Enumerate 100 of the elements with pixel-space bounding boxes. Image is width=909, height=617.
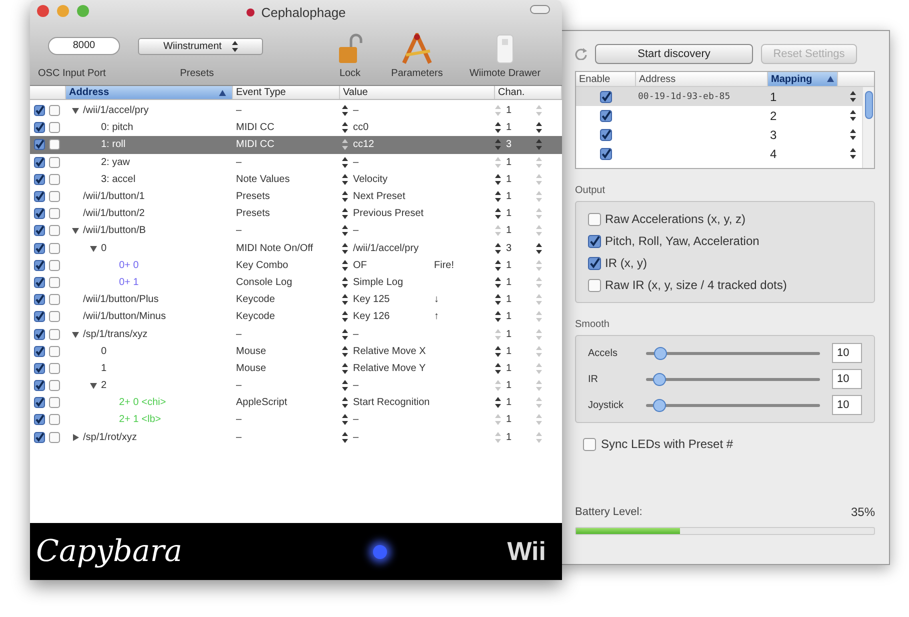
option-label[interactable]: Raw IR (x, y, size / 4 tracked dots) [605, 276, 787, 294]
option-label[interactable]: IR (x, y) [605, 254, 647, 272]
stepper-arrows[interactable] [495, 122, 501, 134]
slider-track[interactable] [646, 398, 820, 412]
disclosure-triangle-icon[interactable] [72, 227, 79, 234]
slider-thumb[interactable] [652, 398, 666, 412]
value-field[interactable]: 10 [832, 343, 862, 363]
stepper-arrows[interactable] [495, 311, 501, 322]
remote-row[interactable]: 00-19-1d-93-eb-85 1 [576, 87, 862, 106]
checkbox[interactable] [49, 225, 60, 236]
remote-row[interactable]: 2 [576, 106, 862, 125]
checkbox[interactable] [34, 260, 45, 271]
checkbox[interactable] [49, 380, 60, 392]
stepper-arrows[interactable] [342, 225, 348, 236]
stepper-arrows[interactable] [342, 346, 348, 357]
checkbox[interactable] [49, 260, 60, 271]
stepper-arrows[interactable] [850, 110, 856, 121]
column-header[interactable]: Mapping [768, 72, 838, 86]
checkbox[interactable] [588, 212, 601, 226]
checkbox[interactable] [49, 139, 60, 150]
scrollbar[interactable] [862, 87, 874, 168]
table-row[interactable]: /wii/1/button/Minus Keycode Key 126 ↑ 1 [30, 308, 562, 326]
checkbox[interactable] [49, 105, 60, 116]
table-row[interactable]: 0+ 0 Key Combo OF Fire! 1 [30, 256, 562, 274]
stepper-arrows[interactable] [342, 122, 348, 134]
table-row[interactable]: 1 Mouse Relative Move Y 1 [30, 360, 562, 377]
checkbox[interactable] [34, 174, 45, 185]
checkbox[interactable] [34, 191, 45, 202]
stepper-arrows[interactable] [342, 242, 348, 254]
table-row[interactable]: /wii/1/button/B – – 1 [30, 222, 562, 240]
table-row[interactable]: 2: yaw – – 1 [30, 154, 562, 171]
stepper-arrows[interactable] [495, 174, 501, 185]
checkbox[interactable] [34, 380, 45, 392]
disclosure-triangle-icon[interactable] [72, 330, 79, 338]
slider-thumb[interactable] [652, 372, 666, 386]
slider-track[interactable] [646, 346, 820, 360]
table-row[interactable]: 0+ 1 Console Log Simple Log 1 [30, 274, 562, 292]
table-row[interactable]: 1: roll MIDI CC cc12 3 [30, 136, 562, 154]
checkbox[interactable] [34, 414, 45, 426]
disclosure-triangle-icon[interactable] [90, 382, 97, 390]
checkbox[interactable] [49, 346, 60, 357]
stepper-arrows[interactable] [342, 156, 348, 168]
checkbox[interactable] [34, 311, 45, 322]
checkbox[interactable] [49, 174, 60, 185]
checkbox[interactable] [600, 148, 612, 160]
table-row[interactable]: 2+ 0 <chi> AppleScript Start Recognition 1 [30, 394, 562, 412]
checkbox[interactable] [49, 328, 60, 340]
column-header[interactable]: Value [340, 86, 495, 99]
stepper-arrows[interactable] [850, 91, 856, 102]
checkbox[interactable] [49, 362, 60, 374]
checkbox[interactable] [34, 276, 45, 288]
disclosure-triangle-icon[interactable] [72, 107, 79, 114]
table-row[interactable]: 2+ 1 <lb> – – 1 [30, 411, 562, 429]
remote-row[interactable]: 4 [576, 144, 862, 163]
checkbox[interactable] [600, 90, 612, 102]
stepper-arrows[interactable] [342, 362, 348, 374]
stepper-arrows[interactable] [850, 148, 856, 159]
checkbox[interactable] [49, 294, 60, 306]
stepper-arrows[interactable] [495, 276, 501, 288]
stepper-arrows[interactable] [536, 122, 542, 134]
stepper-arrows[interactable] [495, 362, 501, 374]
checkbox[interactable] [34, 225, 45, 236]
option-label[interactable]: Pitch, Roll, Yaw, Acceleration [605, 232, 760, 250]
checkbox[interactable] [49, 156, 60, 168]
slider-thumb[interactable] [654, 346, 668, 360]
value-field[interactable]: 10 [832, 395, 862, 415]
checkbox[interactable] [49, 432, 60, 443]
checkbox[interactable] [49, 311, 60, 322]
toolbar-label[interactable]: Parameters [391, 66, 443, 81]
stepper-arrows[interactable] [342, 328, 348, 340]
discovery-button[interactable]: Start discovery [595, 44, 753, 64]
checkbox[interactable] [49, 191, 60, 202]
scroll-thumb[interactable] [864, 91, 872, 119]
stepper-arrows[interactable] [850, 129, 856, 140]
stepper-arrows[interactable] [342, 380, 348, 392]
table-row[interactable]: 0 MIDI Note On/Off /wii/1/accel/pry 3 [30, 240, 562, 257]
checkbox[interactable] [34, 208, 45, 220]
table-row[interactable]: /wii/1/accel/pry – – 1 [30, 102, 562, 120]
preset-popup[interactable]: Wiinstrument [138, 38, 263, 55]
stepper-arrows[interactable] [342, 414, 348, 426]
stepper-arrows[interactable] [495, 294, 501, 306]
column-header[interactable]: Address [66, 86, 233, 99]
table-row[interactable]: /wii/1/button/2 Presets Previous Preset 1 [30, 205, 562, 222]
checkbox[interactable] [34, 432, 45, 443]
checkbox[interactable] [49, 397, 60, 408]
stepper-arrows[interactable] [342, 191, 348, 202]
checkbox[interactable] [34, 242, 45, 254]
checkbox[interactable] [600, 128, 612, 140]
stepper-arrows[interactable] [342, 397, 348, 408]
checkbox[interactable] [49, 208, 60, 220]
table-row[interactable]: /wii/1/button/Plus Keycode Key 125 ↓ 1 [30, 291, 562, 308]
stepper-arrows[interactable] [232, 41, 238, 52]
stepper-arrows[interactable] [536, 242, 542, 254]
checkbox[interactable] [34, 105, 45, 116]
checkbox[interactable] [49, 122, 60, 134]
sort-arrow-icon[interactable] [219, 90, 226, 96]
checkbox[interactable] [588, 278, 601, 292]
toolbar-label[interactable]: Wiimote Drawer [469, 66, 541, 81]
stepper-arrows[interactable] [342, 276, 348, 288]
value-field[interactable]: 10 [832, 369, 862, 389]
